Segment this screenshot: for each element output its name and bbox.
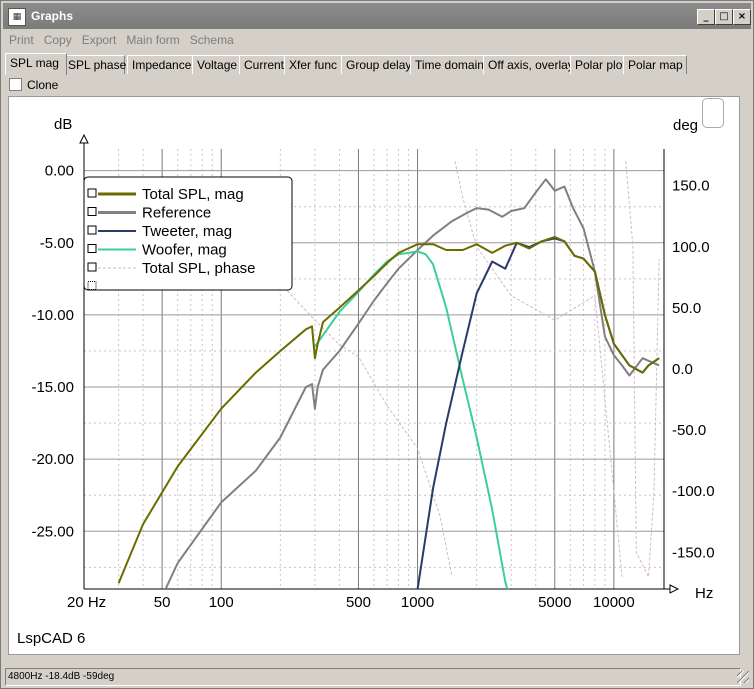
checkbox-box[interactable]: [9, 78, 22, 91]
legend-label: Total SPL, mag: [142, 186, 244, 203]
legend-checkbox: [87, 188, 97, 198]
x-unit: Hz: [695, 585, 713, 602]
x-tick-label: 500: [346, 594, 371, 611]
y-right-unit: deg: [673, 117, 698, 134]
y-left-tick-label: -10.00: [31, 307, 74, 324]
menu-main-form[interactable]: Main form: [120, 31, 183, 47]
tab-polar-plot[interactable]: Polar plot: [570, 55, 628, 74]
legend-checkbox: [87, 225, 97, 235]
y-left-tick-label: -25.00: [31, 523, 74, 540]
tab-spl-phase[interactable]: SPL phase: [63, 55, 126, 74]
maximize-button[interactable]: □: [715, 9, 733, 25]
legend-label: Tweeter, mag: [142, 223, 232, 240]
y-right-tick-label: 100.0: [672, 239, 710, 256]
x-tick-label: 100: [209, 594, 234, 611]
tab-time-domain[interactable]: Time domain: [410, 55, 488, 74]
tab-impedance[interactable]: Impedance: [127, 55, 193, 74]
legend-label: Woofer, mag: [142, 242, 227, 259]
legend: Total SPL, mag ReferenceTweeter, mag Woofe…: [83, 176, 293, 291]
menu-print[interactable]: Print: [3, 31, 38, 47]
tab-voltage[interactable]: Voltage: [192, 55, 242, 74]
plot-panel: 0.00 -5.00 -10.00 -15.00 -20.00 -25.00 150.0 10…: [8, 96, 740, 655]
tab-group-delay[interactable]: Group delay: [341, 55, 413, 74]
title-bar[interactable]: ▦ Graphs _ □ ×: [3, 3, 751, 29]
clone-label: Clone: [27, 78, 59, 92]
y-right-tick-label: 150.0: [672, 178, 710, 195]
status-bar: 4800Hz -18.4dB -59deg: [3, 667, 751, 686]
tab-polar-map[interactable]: Polar map: [623, 55, 687, 74]
x-tick-label: 20 Hz: [67, 594, 106, 611]
menu-export[interactable]: Export: [76, 31, 121, 47]
x-tick-label: 1000: [401, 594, 434, 611]
x-tick-label: 10000: [593, 594, 635, 611]
tab-off-axis-overlay[interactable]: Off axis, overlay: [483, 55, 575, 74]
y-left-tick-label: -20.00: [31, 451, 74, 468]
window-title: Graphs: [31, 9, 74, 23]
series-line-2: [416, 237, 660, 589]
graphs-window: ▦ Graphs _ □ × Print Copy Export Main form S…: [0, 0, 754, 689]
menu-bar: Print Copy Export Main form Schema: [3, 31, 751, 49]
legend-label: Reference: [142, 205, 211, 222]
clone-checkbox[interactable]: Clone: [9, 78, 58, 92]
legend-checkbox: [87, 244, 97, 253]
y-right-tick-label: 50.0: [672, 300, 701, 317]
menu-copy[interactable]: Copy: [38, 31, 76, 47]
y-left-tick-label: 0.00: [45, 163, 74, 180]
legend-checkbox-extra: [87, 281, 97, 290]
tab-current[interactable]: Current: [239, 55, 287, 74]
y-right-tick-label: 0.0: [672, 361, 693, 378]
y-right-tick-label: -100.0: [672, 483, 715, 500]
legend-checkbox: [87, 207, 97, 216]
y-left-tick-label: -5.00: [40, 235, 74, 252]
tab-spl-mag[interactable]: SPL mag: [5, 53, 67, 75]
y-left-unit: dB: [54, 116, 72, 133]
x-tick-label: 50: [154, 594, 171, 611]
y-right-tick-label: -50.0: [672, 422, 706, 439]
y-right-tick-label: -150.0: [672, 544, 715, 561]
menu-schema[interactable]: Schema: [184, 31, 238, 47]
resize-grip-icon[interactable]: [737, 671, 749, 683]
x-axis-arrow-icon: [669, 584, 680, 594]
x-tick-label: 5000: [538, 594, 571, 611]
tab-xfer-func[interactable]: Xfer func: [284, 55, 346, 74]
spl-chart: 0.00 -5.00 -10.00 -15.00 -20.00 -25.00 150.0 10…: [17, 116, 715, 647]
minimize-button[interactable]: _: [697, 9, 715, 25]
legend-checkbox: [87, 262, 97, 272]
plot-corner-button[interactable]: [702, 98, 724, 128]
status-readout: 4800Hz -18.4dB -59deg: [5, 668, 741, 686]
graph-app-icon: ▦: [8, 8, 26, 26]
series-line-4: [279, 161, 660, 578]
y-axis-arrow-icon: [79, 133, 89, 144]
close-button[interactable]: ×: [733, 9, 751, 25]
y-left-tick-label: -15.00: [31, 379, 74, 396]
footer-label: LspCAD 6: [17, 630, 85, 647]
legend-label: Total SPL, phase: [142, 260, 255, 277]
